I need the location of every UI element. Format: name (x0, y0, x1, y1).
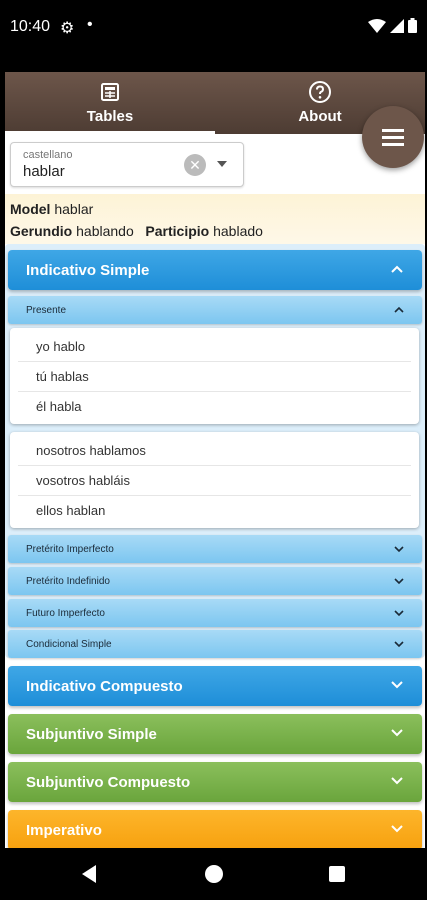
signal-icon (390, 18, 404, 33)
chevron-down-icon (391, 681, 403, 689)
status-bar: 10:40 ⚙ • (0, 0, 427, 56)
chevron-down-icon (394, 546, 404, 553)
clear-icon[interactable]: ✕ (184, 154, 206, 176)
menu-button[interactable] (362, 106, 424, 168)
subsection-title: Pretérito Imperfecto (26, 544, 114, 555)
back-icon[interactable] (82, 865, 96, 883)
conjugation-row: yo hablo (18, 332, 411, 362)
conjugation-row: nosotros hablamos (18, 436, 411, 466)
section-title: Indicativo Compuesto (26, 678, 183, 695)
settings-gear-icon: ⚙ (60, 20, 75, 37)
chevron-up-icon (391, 265, 403, 273)
chevron-down-icon (391, 729, 403, 737)
recent-apps-icon[interactable] (329, 866, 345, 882)
plural-conjugation-card: nosotros hablamos vosotros habláis ellos… (10, 432, 419, 528)
table-icon (101, 83, 119, 101)
model-info: Model hablar Gerundio hablando Participi… (5, 194, 425, 244)
menu-icon-bar (382, 143, 404, 146)
menu-icon (382, 129, 404, 132)
battery-icon (408, 18, 417, 33)
system-nav-bar (0, 848, 427, 900)
subsection-title: Condicional Simple (26, 639, 112, 650)
conjugation-row: vosotros habláis (18, 466, 411, 496)
chevron-down-icon (394, 610, 404, 617)
subsection-condicional-simple[interactable]: Condicional Simple (8, 630, 422, 658)
section-title: Imperativo (26, 822, 102, 839)
section-subjuntivo-simple[interactable]: Subjuntivo Simple (8, 714, 422, 754)
conjugation-row: tú hablas (18, 362, 411, 392)
select-value: hablar (23, 163, 65, 180)
chevron-down-icon (394, 578, 404, 585)
singular-conjugation-card: yo hablo tú hablas él habla (10, 328, 419, 424)
home-icon[interactable] (205, 865, 223, 883)
conjugation-row: ellos hablan (36, 503, 106, 518)
app-window: Tables About castellano hablar ✕ Model h… (0, 56, 427, 848)
help-circle-icon (309, 81, 331, 103)
participle-value: hablado (213, 223, 263, 239)
tab-bar: Tables About (5, 72, 425, 134)
section-subjuntivo-compuesto[interactable]: Subjuntivo Compuesto (8, 762, 422, 802)
status-icons (368, 18, 417, 33)
chevron-down-icon (394, 641, 404, 648)
section-indicativo-simple[interactable]: Indicativo Simple (8, 250, 422, 290)
language-verb-select[interactable]: castellano hablar ✕ (10, 142, 244, 187)
subsection-presente[interactable]: Presente (8, 296, 422, 324)
subsection-title: Futuro Imperfecto (26, 608, 105, 619)
wifi-icon (368, 18, 386, 33)
notification-dot-icon: • (87, 16, 93, 33)
section-imperativo[interactable]: Imperativo (8, 810, 422, 848)
subsection-title: Pretérito Indefinido (26, 576, 110, 587)
gerund-value: hablando (76, 223, 134, 239)
section-title: Indicativo Simple (26, 262, 150, 279)
tab-tables[interactable]: Tables (5, 72, 215, 134)
model-value: hablar (54, 201, 94, 217)
section-title: Subjuntivo Simple (26, 726, 157, 743)
subsection-title: Presente (26, 305, 67, 316)
tab-tables-label: Tables (86, 108, 134, 125)
subsection-preterito-indefinido[interactable]: Pretérito Indefinido (8, 567, 422, 595)
indicativo-simple-group: Indicativo Simple Presente yo hablo tú h… (5, 244, 425, 658)
conjugation-row: él habla (36, 399, 82, 414)
chevron-down-icon (391, 825, 403, 833)
select-label: castellano (23, 149, 73, 161)
subsection-futuro-imperfecto[interactable]: Futuro Imperfecto (8, 599, 422, 627)
subsection-preterito-imperfecto[interactable]: Pretérito Imperfecto (8, 535, 422, 563)
dropdown-caret-icon[interactable] (217, 161, 227, 167)
participle-label: Participio (145, 223, 210, 239)
model-label: Model (10, 201, 51, 217)
chevron-down-icon (391, 777, 403, 785)
chevron-up-icon (394, 306, 404, 313)
section-indicativo-compuesto[interactable]: Indicativo Compuesto (8, 666, 422, 706)
gerund-label: Gerundio (10, 223, 73, 239)
section-title: Subjuntivo Compuesto (26, 774, 191, 791)
tab-active-indicator (5, 131, 215, 134)
menu-icon-bar (382, 136, 404, 139)
status-time: 10:40 (10, 18, 51, 35)
app-content: Tables About castellano hablar ✕ Model h… (5, 72, 425, 848)
